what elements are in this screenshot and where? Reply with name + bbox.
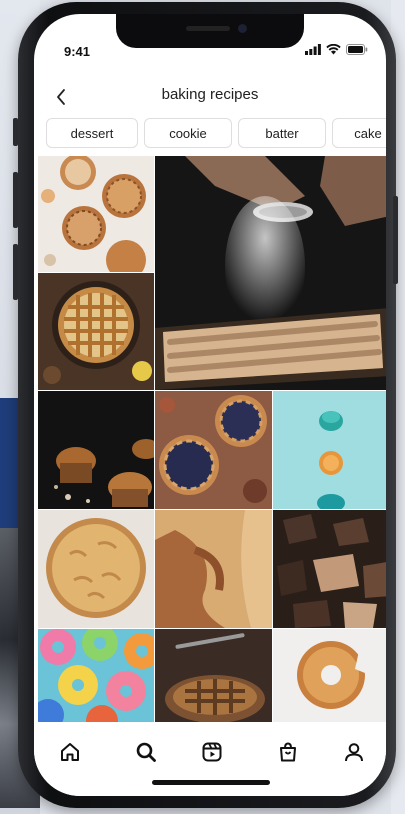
grid-tile-muffins[interactable] [38,391,154,509]
profile-icon [345,743,363,762]
status-icons [305,44,368,55]
tab-profile[interactable] [338,736,370,768]
tab-search[interactable] [130,736,162,768]
power-button [393,196,398,284]
grid-tile-apple-pie[interactable] [38,510,154,628]
chip-cake[interactable]: cake [332,118,386,148]
tile-image [159,395,267,503]
phone-screen: 9:41 baking recipes dessert cookie batte… [34,14,386,796]
tab-home[interactable] [54,736,86,768]
tile-image [46,518,146,618]
signal-icon [305,44,321,55]
grid-tile-lattice-tartlets[interactable] [38,156,154,272]
grid-tile-chocolate[interactable] [273,510,386,628]
grid-tile-macarons[interactable] [273,391,386,509]
volume-up-button [13,172,18,228]
wifi-icon [326,44,341,55]
grid-tile-sifting-flour[interactable] [155,156,386,390]
tile-image [41,156,146,272]
volume-down-button [13,244,18,300]
tab-shop[interactable] [272,736,304,768]
grid-tile-donuts[interactable] [38,629,154,722]
chip-batter[interactable]: batter [238,118,326,148]
page-title: baking recipes [161,86,259,103]
battery-icon [346,44,368,55]
home-indicator[interactable] [152,780,270,785]
status-time: 9:41 [64,44,91,59]
header: baking recipes [34,80,386,114]
notch [116,14,304,48]
chip-dessert[interactable]: dessert [46,118,138,148]
grid-tile-blueberry-tarts[interactable] [155,391,272,509]
reels-icon [202,742,222,762]
shop-icon [280,742,296,762]
grid-tile-glazed-donut[interactable] [273,629,386,722]
mute-switch [13,118,18,146]
tile-image [155,510,272,628]
tile-image [165,633,265,722]
tile-image [155,156,386,390]
tile-image [277,514,386,628]
tab-reels[interactable] [196,736,228,768]
chip-cookie[interactable]: cookie [144,118,232,148]
tile-image [54,439,154,507]
grid-tile-pie-closeup[interactable] [155,629,272,722]
filter-chips: dessert cookie batter cake [46,118,386,148]
recipe-grid [38,156,386,722]
home-icon [61,743,79,761]
grid-tile-lattice-pie[interactable] [38,273,154,390]
speaker [186,26,230,31]
search-icon [136,742,156,762]
tile-image [297,641,367,709]
grid-tile-crumble[interactable] [155,510,272,628]
tile-image [43,281,152,384]
front-camera [238,24,247,33]
tile-image [317,411,345,509]
tile-image [38,629,154,722]
